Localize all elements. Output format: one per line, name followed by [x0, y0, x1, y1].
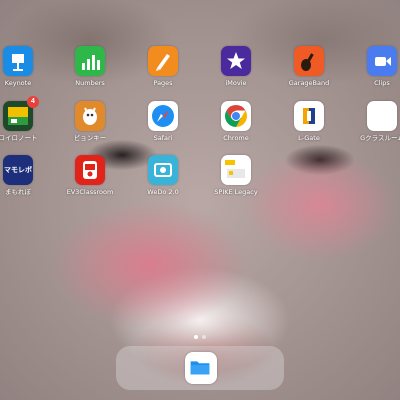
app-label: L-Gate: [298, 134, 320, 142]
page-dot[interactable]: [202, 335, 206, 339]
app-label: GarageBand: [288, 79, 330, 87]
app-pages[interactable]: Pages: [133, 46, 193, 87]
app-label: Pages: [153, 79, 173, 87]
mamorebo-icon: マモレボ: [3, 155, 33, 185]
app-loilonote[interactable]: 4 ロイロノート: [0, 96, 48, 142]
numbers-icon: [75, 46, 105, 76]
app-chrome[interactable]: Chrome: [206, 101, 266, 142]
app-label: SPIKE Legacy: [214, 188, 258, 196]
lgate-icon: [294, 101, 324, 131]
app-imovie[interactable]: iMovie: [206, 46, 266, 87]
dock: [116, 346, 284, 390]
app-label: Numbers: [75, 79, 105, 87]
chrome-icon: [221, 101, 251, 131]
keynote-icon: [3, 46, 33, 76]
files-icon[interactable]: [185, 352, 217, 384]
app-label: まもれぼ: [5, 188, 31, 196]
app-garageband[interactable]: GarageBand: [279, 46, 339, 87]
app-label: Clips: [374, 79, 390, 87]
app-keynote[interactable]: Keynote: [0, 46, 48, 87]
app-label: ロイロノート: [0, 134, 38, 142]
app-clips[interactable]: Clips: [352, 46, 400, 87]
imovie-icon: [221, 46, 251, 76]
app-lgate[interactable]: L-Gate: [279, 101, 339, 142]
app-label: WeDo 2.0: [147, 188, 179, 196]
app-label: Chrome: [223, 134, 249, 142]
app-safari[interactable]: Safari: [133, 101, 193, 142]
safari-icon: [148, 101, 178, 131]
loilonote-icon-wrap: 4: [3, 96, 39, 131]
app-mamorebo[interactable]: マモレボ まもれぼ: [0, 155, 48, 196]
garageband-icon: [294, 46, 324, 76]
ev3-classroom-icon: [75, 155, 105, 185]
page-indicator[interactable]: [0, 324, 400, 343]
notification-badge: 4: [27, 96, 39, 108]
ipad-home-screen: Keynote Numbers Pages iMovie GarageBand …: [0, 0, 400, 400]
mamorebo-icon-text: マモレボ: [4, 166, 32, 174]
app-wedo[interactable]: WeDo 2.0: [133, 155, 193, 196]
google-classroom-icon: [367, 101, 397, 131]
viscuit-icon: [75, 101, 105, 131]
app-label: Gクラスルーム: [360, 134, 400, 142]
app-spike-legacy[interactable]: SPIKE Legacy: [206, 155, 266, 196]
app-label: iMovie: [225, 79, 247, 87]
wedo-icon: [148, 155, 178, 185]
app-numbers[interactable]: Numbers: [60, 46, 120, 87]
page-dot-current[interactable]: [194, 335, 198, 339]
app-google-classroom[interactable]: Gクラスルーム: [352, 101, 400, 142]
app-ev3-classroom[interactable]: EV3Classroom: [60, 155, 120, 196]
clips-icon: [367, 46, 397, 76]
app-label: ビョンキー: [73, 134, 107, 142]
app-label: Safari: [153, 134, 173, 142]
app-label: EV3Classroom: [66, 188, 114, 196]
pages-icon: [148, 46, 178, 76]
app-viscuit[interactable]: ビョンキー: [60, 101, 120, 142]
spike-legacy-icon: [221, 155, 251, 185]
app-label: Keynote: [4, 79, 32, 87]
